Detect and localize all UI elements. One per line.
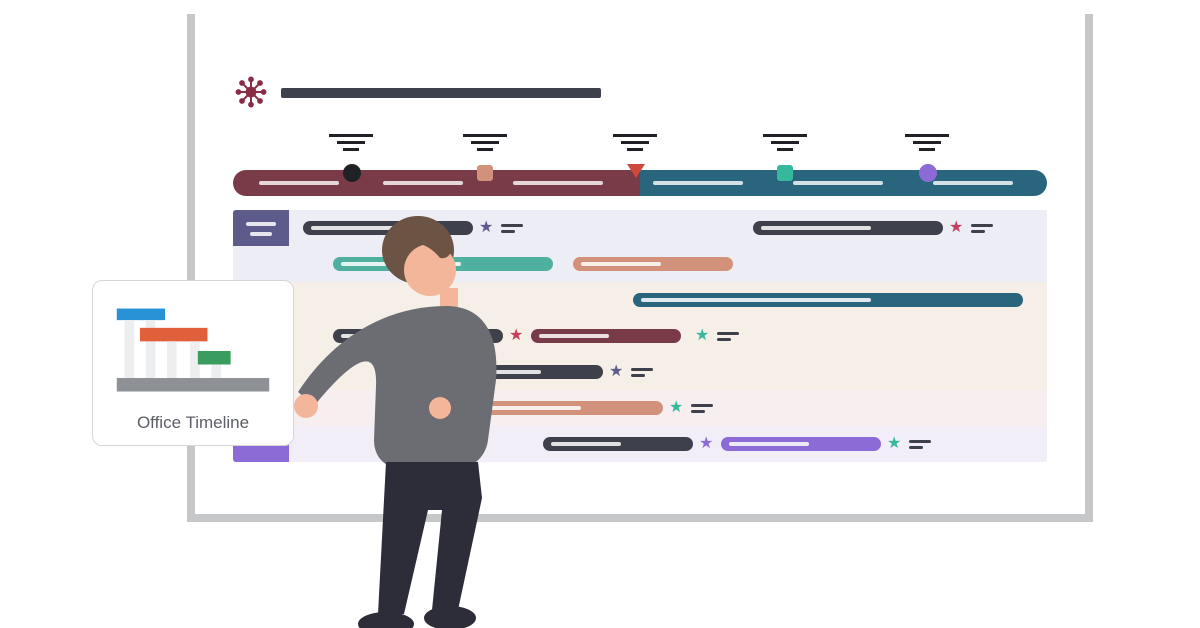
milestone-star-icon: ★ xyxy=(699,436,713,452)
milestone-marker-circle-icon xyxy=(343,164,361,182)
task-annotation xyxy=(691,404,713,407)
task-annotation xyxy=(631,368,653,371)
person-illustration xyxy=(290,210,550,628)
task-bar xyxy=(531,329,681,343)
task-bar xyxy=(573,257,733,271)
milestone-label xyxy=(763,134,807,151)
milestone-marker-square-icon xyxy=(477,165,493,181)
milestone-marker-triangle-icon xyxy=(627,164,645,178)
milestone-star-icon: ★ xyxy=(695,328,709,344)
office-timeline-logo-icon xyxy=(233,74,269,110)
office-timeline-thumbnail-icon xyxy=(111,297,275,405)
task-annotation xyxy=(717,332,739,335)
milestone-star-icon: ★ xyxy=(669,400,683,416)
task-annotation xyxy=(909,440,931,443)
office-timeline-card[interactable]: Office Timeline xyxy=(92,280,294,446)
slide-title-placeholder xyxy=(281,88,601,98)
milestone-marker-square-icon xyxy=(777,165,793,181)
task-bar xyxy=(753,221,943,235)
milestone-label xyxy=(905,134,949,151)
milestone-star-icon: ★ xyxy=(609,364,623,380)
milestone-label xyxy=(329,134,373,151)
milestone-label xyxy=(613,134,657,151)
task-annotation xyxy=(971,224,993,227)
task-bar xyxy=(633,293,1023,307)
task-bar xyxy=(721,437,881,451)
card-caption: Office Timeline xyxy=(137,413,249,433)
milestone-star-icon: ★ xyxy=(949,220,963,236)
milestone-star-icon: ★ xyxy=(887,436,901,452)
milestone-label xyxy=(463,134,507,151)
task-bar xyxy=(543,437,693,451)
milestone-marker-circle-icon xyxy=(919,164,937,182)
